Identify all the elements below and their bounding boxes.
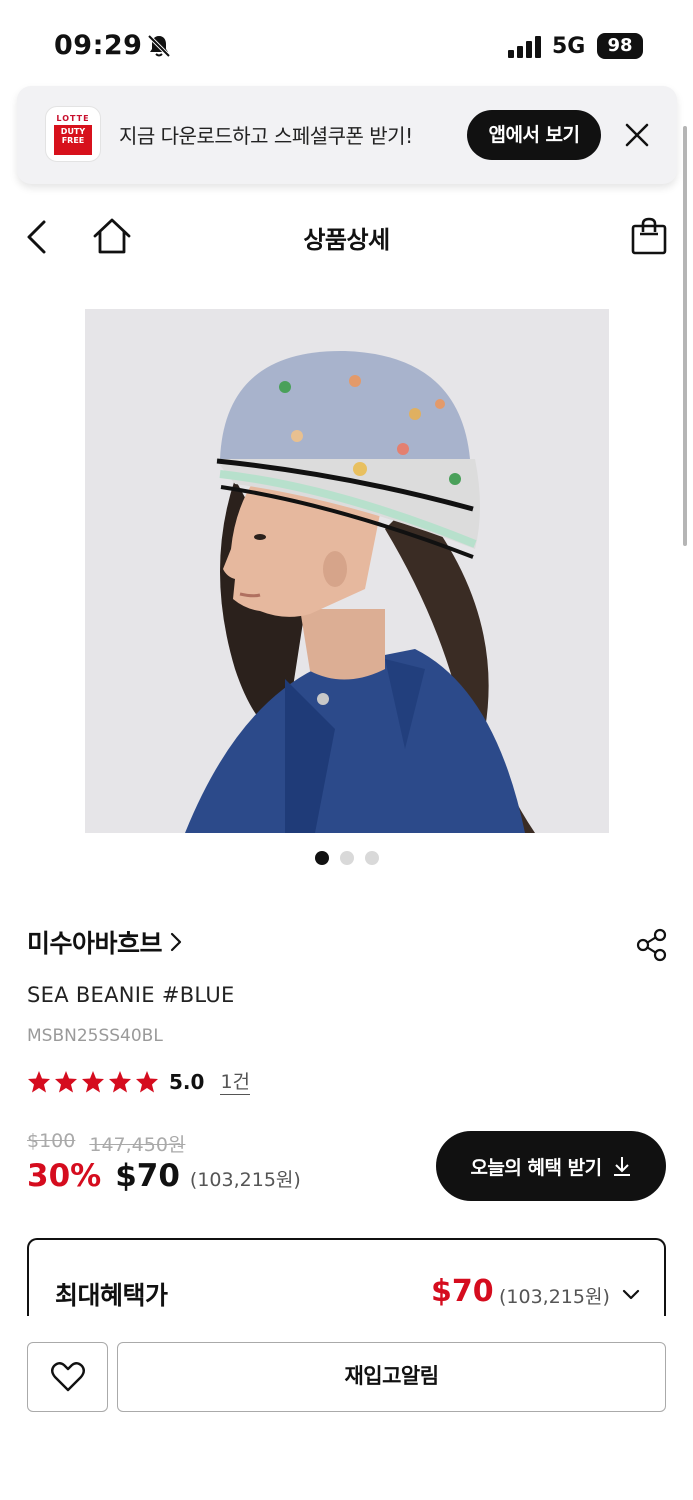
brand-name: 미수아바흐브 bbox=[27, 929, 163, 958]
bottom-action-bar: 재입고알림 bbox=[0, 1316, 693, 1500]
page-scrollbar[interactable] bbox=[683, 126, 687, 546]
shopping-bag-icon[interactable] bbox=[630, 216, 668, 256]
price-row: 30% $70 (103,215원) bbox=[27, 1158, 301, 1194]
sale-price-usd: $70 bbox=[115, 1158, 180, 1194]
carousel-dot-2[interactable] bbox=[339, 851, 354, 865]
carousel-dot-3[interactable] bbox=[364, 851, 379, 865]
chevron-down-icon[interactable] bbox=[621, 1288, 641, 1302]
original-price-krw: 147,450원 bbox=[89, 1134, 186, 1156]
app-download-banner: LOTTE DUTY FREE 지금 다운로드하고 스페셜쿠폰 받기! 앱에서 … bbox=[17, 86, 677, 184]
star-icon bbox=[55, 1071, 77, 1093]
logo-brand: LOTTE bbox=[56, 113, 90, 123]
heart-icon bbox=[50, 1362, 85, 1392]
product-photo bbox=[85, 309, 609, 833]
product-name: SEA BEANIE #BLUE bbox=[27, 983, 235, 1007]
product-image[interactable] bbox=[85, 309, 609, 833]
close-icon[interactable] bbox=[624, 122, 650, 148]
max-benefit-panel[interactable]: 최대혜택가 $70 (103,215원) bbox=[27, 1238, 666, 1318]
rating-stars bbox=[27, 1070, 159, 1094]
max-benefit-price-krw: (103,215원) bbox=[499, 1286, 610, 1308]
status-bar: 09:29 5G 98 bbox=[0, 0, 693, 84]
review-count-link[interactable]: 1건 bbox=[220, 1070, 251, 1095]
restock-alert-button[interactable]: 재입고알림 bbox=[117, 1342, 666, 1412]
brand-link[interactable]: 미수아바흐브 bbox=[27, 924, 184, 960]
bell-off-icon bbox=[147, 34, 171, 58]
battery-indicator: 98 bbox=[597, 33, 643, 59]
logo-box: DUTY FREE bbox=[54, 124, 92, 155]
star-icon bbox=[109, 1071, 131, 1093]
lotte-duty-free-logo: LOTTE DUTY FREE bbox=[45, 106, 101, 162]
image-carousel-dots bbox=[0, 851, 693, 865]
network-label: 5G bbox=[552, 34, 586, 59]
share-icon[interactable] bbox=[636, 928, 668, 962]
signal-icon bbox=[508, 36, 541, 58]
star-icon bbox=[136, 1071, 158, 1093]
open-in-app-button[interactable]: 앱에서 보기 bbox=[467, 110, 601, 160]
max-benefit-label: 최대혜택가 bbox=[55, 1281, 168, 1310]
max-benefit-price-usd: $70 bbox=[431, 1274, 494, 1309]
sale-price-krw: (103,215원) bbox=[189, 1169, 301, 1191]
original-prices: $100 147,450원 bbox=[27, 1130, 185, 1157]
download-icon bbox=[613, 1157, 630, 1176]
status-time: 09:29 bbox=[54, 30, 143, 61]
nav-header: 상품상세 bbox=[0, 196, 693, 280]
star-icon bbox=[82, 1071, 104, 1093]
star-icon bbox=[28, 1071, 50, 1093]
carousel-dot-1[interactable] bbox=[314, 851, 329, 865]
rating-row: 5.0 1건 bbox=[27, 1066, 251, 1098]
chevron-right-icon bbox=[170, 932, 182, 952]
logo-line-1: DUTY bbox=[60, 126, 86, 136]
rating-value: 5.0 bbox=[169, 1070, 205, 1094]
banner-message: 지금 다운로드하고 스페셜쿠폰 받기! bbox=[119, 124, 413, 148]
product-code: MSBN25SS40BL bbox=[27, 1026, 163, 1046]
get-todays-benefit-button[interactable]: 오늘의 혜택 받기 bbox=[436, 1131, 666, 1201]
wishlist-button[interactable] bbox=[27, 1342, 108, 1412]
original-price-usd: $100 bbox=[27, 1130, 76, 1152]
discount-rate: 30% bbox=[27, 1158, 102, 1194]
benefit-button-label: 오늘의 혜택 받기 bbox=[470, 1156, 602, 1179]
logo-line-2: FREE bbox=[61, 135, 85, 145]
page-title: 상품상세 bbox=[303, 226, 390, 254]
